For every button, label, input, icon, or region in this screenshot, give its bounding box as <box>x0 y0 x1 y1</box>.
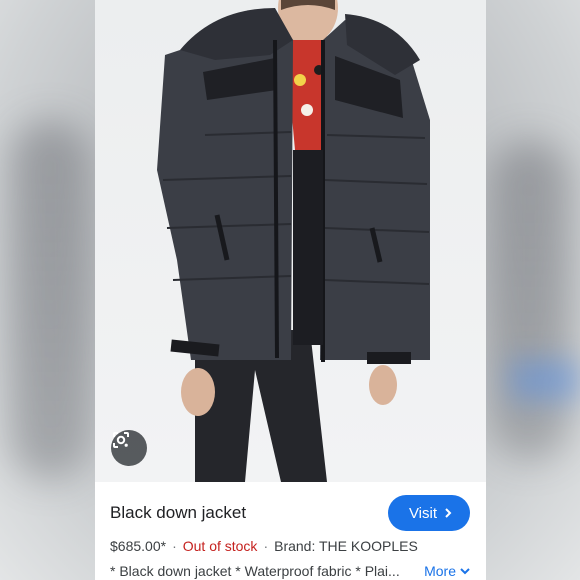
product-title[interactable]: Black down jacket <box>110 503 246 523</box>
lens-glyph <box>113 432 129 448</box>
separator: · <box>172 538 177 554</box>
product-description: * Black down jacket * Waterproof fabric … <box>110 563 400 579</box>
price: $685.00* <box>110 538 167 554</box>
more-label: More <box>424 563 456 579</box>
brand: Brand: THE KOOPLES <box>274 538 418 554</box>
product-meta-row: $685.00* · Out of stock · Brand: THE KOOPLES <box>110 538 418 554</box>
separator: · <box>263 538 269 554</box>
product-card: Black down jacket Visit $685.00* · Out of … <box>95 0 486 580</box>
visit-button-label: Visit <box>408 504 438 522</box>
jacket-illustration <box>157 0 430 482</box>
background-blur-accent <box>510 360 580 400</box>
availability-status: Out of stock <box>182 538 258 554</box>
chevron-right-icon <box>445 508 452 518</box>
google-lens-icon[interactable] <box>111 430 147 466</box>
product-info-panel: Black down jacket Visit $685.00* · Out of … <box>95 482 486 580</box>
chevron-down-icon <box>460 568 470 575</box>
background-blur-left <box>10 120 90 480</box>
description-row: * Black down jacket * Waterproof fabric … <box>110 563 471 579</box>
product-image[interactable] <box>95 0 486 482</box>
visit-button[interactable]: Visit <box>388 495 470 531</box>
background-blur-right <box>490 140 570 460</box>
more-button[interactable]: More <box>424 563 471 579</box>
